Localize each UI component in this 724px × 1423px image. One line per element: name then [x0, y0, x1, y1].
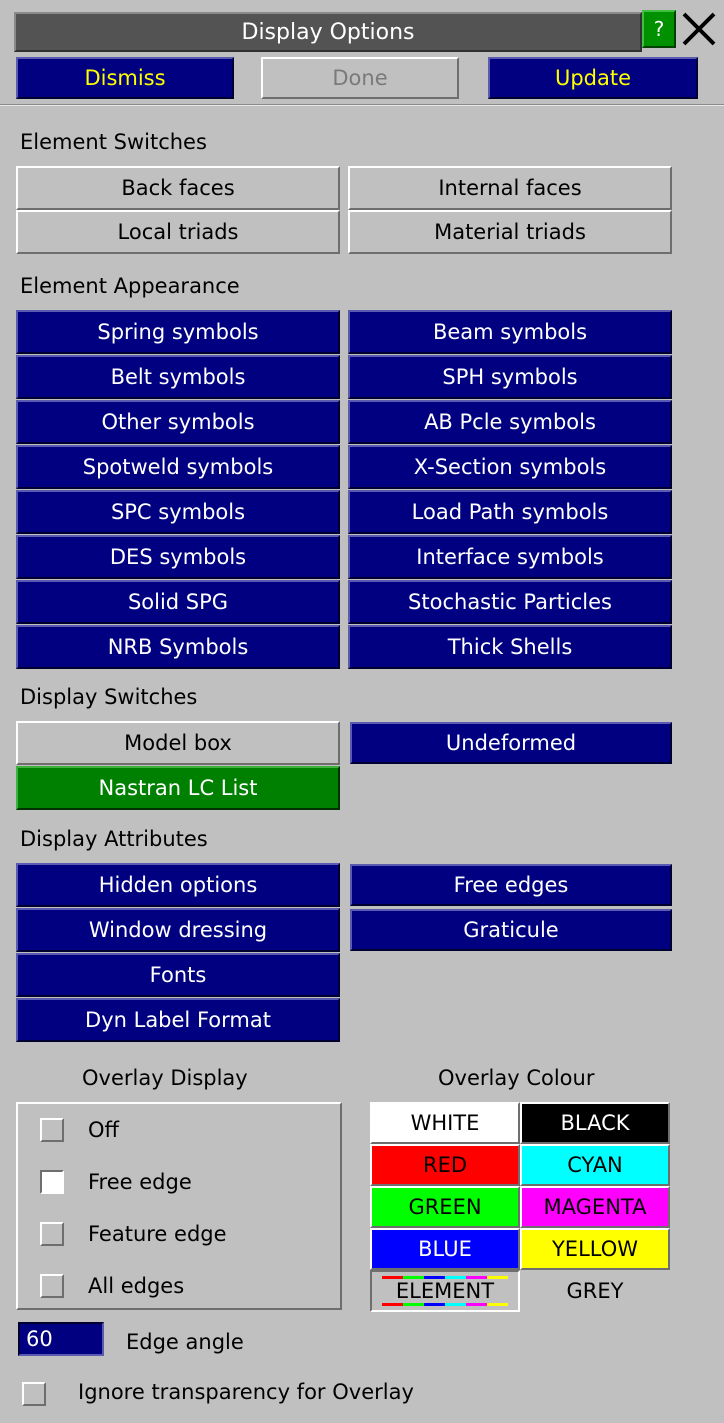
colour-label: BLACK: [560, 1111, 630, 1135]
close-button[interactable]: [678, 8, 720, 50]
model-box-button[interactable]: Model box: [16, 721, 340, 765]
colour-white-button[interactable]: WHITE: [370, 1102, 520, 1144]
x-section-symbols-button[interactable]: X-Section symbols: [348, 445, 672, 489]
spring-symbols-button[interactable]: Spring symbols: [16, 310, 340, 354]
overlay-option-free-edge[interactable]: Free edge: [40, 1170, 192, 1194]
ignore-transparency-checkbox[interactable]: [22, 1382, 46, 1406]
element-colour-stripe: [382, 1303, 508, 1306]
overlay-option-label: Off: [88, 1118, 119, 1142]
thick-shells-button[interactable]: Thick Shells: [348, 625, 672, 669]
edge-angle-input[interactable]: 60: [18, 1322, 104, 1356]
free-edges-button[interactable]: Free edges: [350, 864, 672, 906]
overlay-option-all-edges[interactable]: All edges: [40, 1274, 184, 1298]
sph-symbols-button[interactable]: SPH symbols: [348, 355, 672, 399]
colour-red-button[interactable]: RED: [370, 1144, 520, 1186]
radio-box[interactable]: [40, 1274, 64, 1298]
colour-yellow-button[interactable]: YELLOW: [520, 1228, 670, 1270]
overlay-option-label: All edges: [88, 1274, 185, 1298]
graticule-button[interactable]: Graticule: [350, 909, 672, 951]
load-path-symbols-button[interactable]: Load Path symbols: [348, 490, 672, 534]
overlay-display-group: Off Free edge Feature edge All edges: [16, 1102, 342, 1310]
belt-symbols-button[interactable]: Belt symbols: [16, 355, 340, 399]
fonts-button[interactable]: Fonts: [16, 953, 340, 997]
interface-symbols-button[interactable]: Interface symbols: [348, 535, 672, 579]
window-title-bar: Display Options: [14, 12, 642, 52]
colour-label: GREEN: [408, 1195, 482, 1219]
colour-label: MAGENTA: [543, 1195, 647, 1219]
ignore-transparency-label: Ignore transparency for Overlay: [78, 1380, 414, 1404]
local-triads-button[interactable]: Local triads: [16, 210, 340, 254]
other-symbols-button[interactable]: Other symbols: [16, 400, 340, 444]
material-triads-button[interactable]: Material triads: [348, 210, 672, 254]
colour-grey-button[interactable]: GREY: [520, 1270, 670, 1312]
colour-label: RED: [422, 1153, 468, 1177]
colour-label: WHITE: [410, 1111, 480, 1135]
solid-spg-button[interactable]: Solid SPG: [16, 580, 340, 624]
element-colour-stripe: [382, 1276, 508, 1279]
back-faces-button[interactable]: Back faces: [16, 166, 340, 210]
question-mark-icon: ?: [653, 17, 665, 41]
done-button[interactable]: Done: [261, 57, 459, 99]
colour-blue-button[interactable]: BLUE: [370, 1228, 520, 1270]
element-switches-heading: Element Switches: [20, 130, 207, 154]
overlay-display-heading: Overlay Display: [82, 1066, 248, 1090]
colour-label: CYAN: [567, 1153, 623, 1177]
window-dressing-button[interactable]: Window dressing: [16, 908, 340, 952]
colour-magenta-button[interactable]: MAGENTA: [520, 1186, 670, 1228]
help-button[interactable]: ?: [642, 10, 676, 48]
element-appearance-heading: Element Appearance: [20, 274, 240, 298]
colour-label: ELEMENT: [395, 1279, 495, 1303]
close-icon: [682, 12, 716, 46]
colour-cyan-button[interactable]: CYAN: [520, 1144, 670, 1186]
nastran-lc-list-button[interactable]: Nastran LC List: [16, 766, 340, 810]
radio-box[interactable]: [40, 1170, 64, 1194]
overlay-option-label: Feature edge: [88, 1222, 227, 1246]
colour-label: BLUE: [418, 1237, 472, 1261]
overlay-option-off[interactable]: Off: [40, 1118, 119, 1142]
radio-box[interactable]: [40, 1222, 64, 1246]
internal-faces-button[interactable]: Internal faces: [348, 166, 672, 210]
hidden-options-button[interactable]: Hidden options: [16, 863, 340, 907]
window-title: Display Options: [241, 19, 415, 45]
spotweld-symbols-button[interactable]: Spotweld symbols: [16, 445, 340, 489]
display-switches-heading: Display Switches: [20, 685, 198, 709]
display-attributes-heading: Display Attributes: [20, 827, 208, 851]
divider: [0, 104, 724, 106]
beam-symbols-button[interactable]: Beam symbols: [348, 310, 672, 354]
nrb-symbols-button[interactable]: NRB Symbols: [16, 625, 340, 669]
overlay-option-label: Free edge: [88, 1170, 192, 1194]
dyn-label-format-button[interactable]: Dyn Label Format: [16, 998, 340, 1042]
overlay-option-feature-edge[interactable]: Feature edge: [40, 1222, 227, 1246]
undeformed-button[interactable]: Undeformed: [350, 722, 672, 764]
overlay-colour-heading: Overlay Colour: [438, 1066, 595, 1090]
colour-black-button[interactable]: BLACK: [520, 1102, 670, 1144]
edge-angle-label: Edge angle: [126, 1330, 244, 1354]
colour-element-button[interactable]: ELEMENT: [370, 1270, 520, 1312]
radio-box[interactable]: [40, 1118, 64, 1142]
colour-label: GREY: [566, 1279, 624, 1303]
colour-label: YELLOW: [551, 1237, 639, 1261]
colour-green-button[interactable]: GREEN: [370, 1186, 520, 1228]
update-button[interactable]: Update: [488, 57, 698, 99]
des-symbols-button[interactable]: DES symbols: [16, 535, 340, 579]
stochastic-particles-button[interactable]: Stochastic Particles: [348, 580, 672, 624]
dismiss-button[interactable]: Dismiss: [16, 57, 234, 99]
spc-symbols-button[interactable]: SPC symbols: [16, 490, 340, 534]
ab-pcle-symbols-button[interactable]: AB Pcle symbols: [348, 400, 672, 444]
